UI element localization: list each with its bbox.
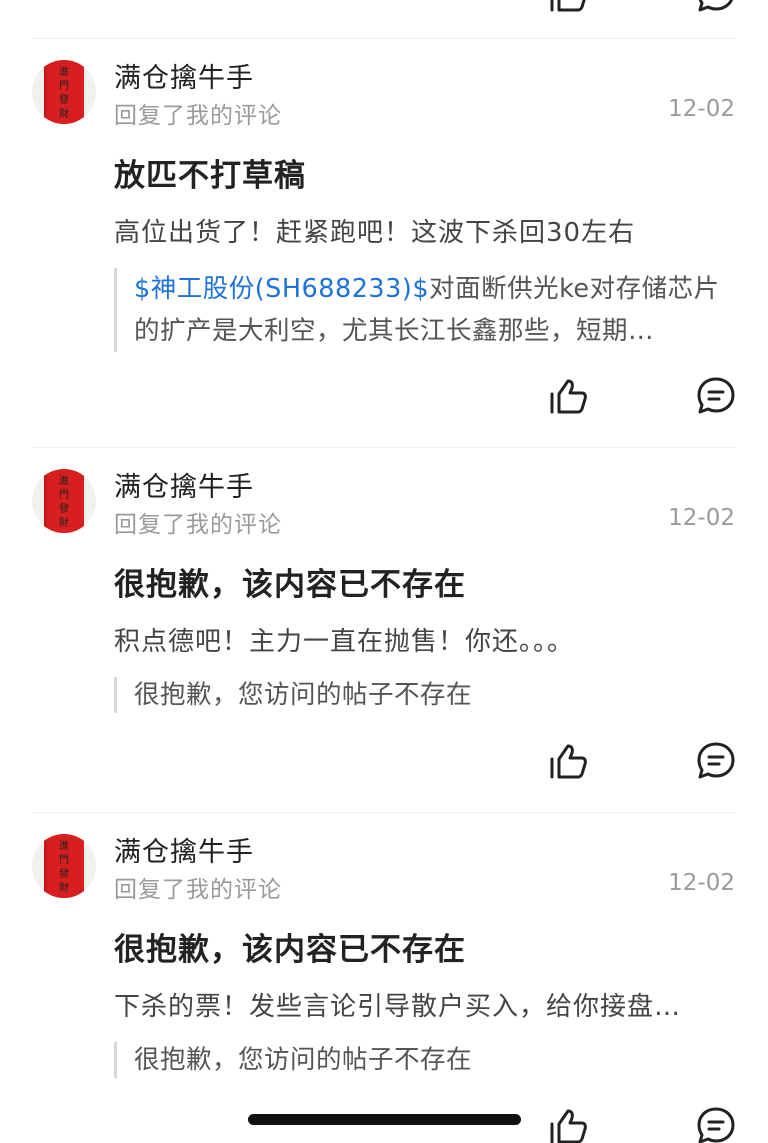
post-title[interactable]: 放匹不打草稿 [114,150,306,195]
quoted-comment[interactable]: 很抱歉，您访问的帖子不存在 [114,677,736,713]
post-title[interactable]: 很抱歉，该内容已不存在 [114,924,466,969]
comment-icon[interactable] [696,376,736,416]
like-icon[interactable] [548,376,588,416]
svg-text:財: 財 [59,516,69,529]
stock-link[interactable]: $神工股份(SH688233)$ [134,274,429,304]
quoted-comment[interactable]: 很抱歉，您访问的帖子不存在 [114,1042,736,1078]
home-indicator[interactable] [248,1114,521,1125]
svg-text:門: 門 [59,489,69,501]
quoted-comment[interactable]: $神工股份(SH688233)$对面断供光ke对存储芯片的扩产是大利空，尤其长江… [114,268,736,352]
avatar[interactable]: 進 門 發 財 [32,834,96,898]
username[interactable]: 满仓擒牛手 [114,56,254,95]
svg-text:進: 進 [59,475,69,487]
action-text: 回复了我的评论 [114,512,282,538]
avatar[interactable]: 進 門 發 財 [32,469,96,533]
reply-text[interactable]: 高位出货了！赶紧跑吧！这波下杀回30左右 [114,212,635,249]
notification-list: 進 門 發 財 满仓擒牛手 回复了我的评论 12-02 放匹不打草稿 高位出货了… [0,0,768,1143]
post-title[interactable]: 很抱歉，该内容已不存在 [114,559,466,604]
reply-text[interactable]: 积点德吧！主力一直在抛售！你还。。。 [114,621,574,658]
svg-text:財: 財 [59,881,69,894]
svg-text:門: 門 [59,854,69,866]
timestamp: 12-02 [668,96,735,122]
svg-text:進: 進 [59,66,69,78]
svg-text:進: 進 [59,840,69,852]
divider [32,447,736,448]
svg-text:財: 財 [59,107,69,120]
action-text: 回复了我的评论 [114,103,282,129]
like-icon[interactable] [548,1106,588,1143]
quoted-text: 很抱歉，您访问的帖子不存在 [134,1045,473,1075]
svg-text:發: 發 [59,502,69,515]
like-icon-partial[interactable] [548,0,588,14]
action-text: 回复了我的评论 [114,877,282,903]
notification-item[interactable]: 進 門 發 財 满仓擒牛手 回复了我的评论 12-02 很抱歉，该内容已不存在 … [0,834,768,1143]
notification-item[interactable]: 進 門 發 財 满仓擒牛手 回复了我的评论 12-02 很抱歉，该内容已不存在 … [0,469,768,799]
quoted-text: 很抱歉，您访问的帖子不存在 [134,680,473,710]
timestamp: 12-02 [668,870,735,896]
divider [32,812,736,813]
comment-icon[interactable] [696,1106,736,1143]
divider [32,38,736,39]
reply-text[interactable]: 下杀的票！发些言论引导散户买入，给你接盘… [114,986,681,1023]
svg-text:發: 發 [59,867,69,880]
comment-icon[interactable] [696,741,736,781]
username[interactable]: 满仓擒牛手 [114,465,254,504]
avatar[interactable]: 進 門 發 財 [32,60,96,124]
comment-icon-partial[interactable] [696,0,736,14]
username[interactable]: 满仓擒牛手 [114,830,254,869]
svg-text:發: 發 [59,93,69,106]
timestamp: 12-02 [668,505,735,531]
like-icon[interactable] [548,741,588,781]
svg-text:門: 門 [59,80,69,92]
notification-item[interactable]: 進 門 發 財 满仓擒牛手 回复了我的评论 12-02 放匹不打草稿 高位出货了… [0,60,768,430]
